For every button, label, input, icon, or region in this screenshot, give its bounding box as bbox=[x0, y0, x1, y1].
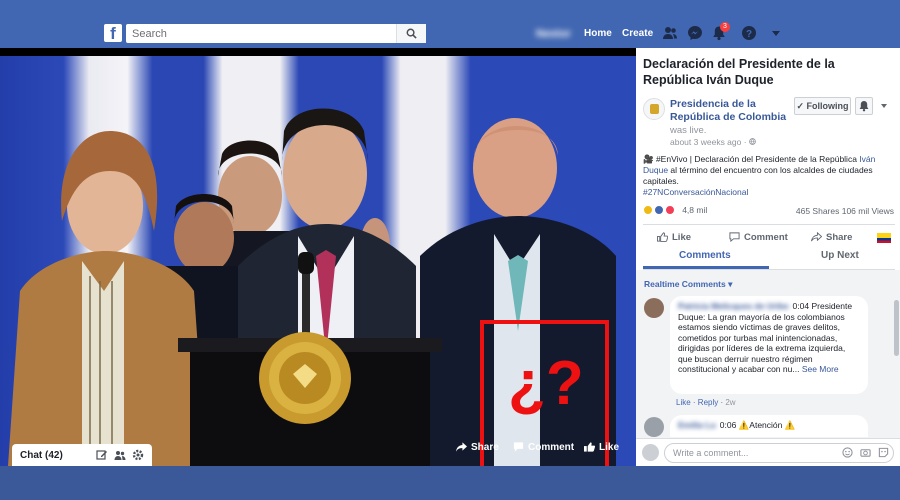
comment-video-time[interactable]: 0:06 bbox=[720, 420, 737, 430]
video-share-label: Share bbox=[471, 442, 499, 453]
nav-home-link[interactable]: Home bbox=[584, 28, 612, 39]
angry-reaction-icon bbox=[643, 205, 653, 216]
facebook-logo[interactable]: f bbox=[104, 24, 122, 42]
post-title: Declaración del Presidente de la Repúbli… bbox=[643, 57, 835, 87]
comment-button[interactable]: Comment bbox=[729, 232, 788, 243]
comment-text: ⚠️Atención ⚠️ bbox=[738, 420, 796, 430]
sticker-icon[interactable] bbox=[878, 447, 889, 458]
share-arrow-icon bbox=[456, 442, 467, 452]
comments-scrollbar[interactable] bbox=[894, 300, 899, 356]
emoji-icon[interactable] bbox=[842, 447, 853, 458]
messenger-icon[interactable] bbox=[687, 25, 703, 41]
top-navigation-bar: f Nestor Home Create 3 ? bbox=[0, 0, 900, 48]
page-avatar[interactable] bbox=[643, 98, 665, 120]
comment-sort-dropdown[interactable]: Realtime Comments ▾ bbox=[644, 279, 732, 290]
question-overlay-text: ¿? bbox=[508, 349, 584, 418]
tab-comments[interactable]: Comments bbox=[679, 250, 731, 261]
like-button-label: Like bbox=[672, 232, 692, 243]
group-icon[interactable] bbox=[114, 449, 126, 461]
hashtag-link[interactable]: #27NConversaciónNacional bbox=[643, 187, 748, 197]
post-time-text: about 3 weeks ago · bbox=[670, 137, 749, 147]
reactions-summary[interactable]: 4,8 mil bbox=[643, 204, 707, 218]
chat-tab[interactable]: Chat (42) bbox=[12, 444, 152, 466]
page-name-link[interactable]: Presidencia de la República de Colombia bbox=[670, 98, 790, 124]
write-comment-bar bbox=[636, 438, 900, 466]
dropdown-icon[interactable] bbox=[768, 25, 784, 41]
comment-reply-link[interactable]: Reply bbox=[698, 398, 718, 407]
video-share-button[interactable]: Share bbox=[456, 442, 499, 453]
comment-author-link[interactable]: Emilia Lu bbox=[678, 420, 716, 430]
commenter-avatar[interactable] bbox=[644, 298, 664, 318]
comment-bubble: Emilia Lu 0:06 ⚠️Atención ⚠️ bbox=[670, 415, 868, 437]
settings-gear-icon[interactable] bbox=[132, 449, 144, 461]
search-icon bbox=[406, 28, 417, 39]
following-button[interactable]: ✓ Following bbox=[794, 97, 851, 115]
post-body-text-rest: al término del encuentro con los alcalde… bbox=[643, 165, 873, 186]
comment-video-time[interactable]: 0:04 bbox=[793, 301, 810, 311]
more-options-icon[interactable] bbox=[880, 102, 888, 110]
commenter-avatar[interactable] bbox=[644, 417, 664, 437]
thumbs-up-outline-icon bbox=[657, 232, 669, 243]
comments-tabs: Comments Up Next bbox=[643, 248, 895, 270]
video-comment-label: Comment bbox=[528, 442, 575, 453]
nav-create-link[interactable]: Create bbox=[622, 28, 653, 39]
video-like-label: Like bbox=[599, 442, 620, 453]
notifications-toggle-button[interactable] bbox=[855, 97, 873, 115]
page-background-band bbox=[0, 466, 900, 500]
share-button-label: Share bbox=[826, 232, 853, 243]
post-body-text: 🎥 #EnVivo | Declaración del Presidente d… bbox=[643, 154, 860, 164]
comment-like-link[interactable]: Like bbox=[676, 398, 691, 407]
comments-list: Realtime Comments ▾ Patricia Melicques d… bbox=[636, 270, 900, 438]
svg-text:?: ? bbox=[746, 29, 752, 40]
shares-views-count[interactable]: 465 Shares 106 mil Views bbox=[796, 206, 894, 216]
compose-icon[interactable] bbox=[96, 449, 108, 461]
profile-name-link[interactable]: Nestor bbox=[536, 28, 571, 40]
help-icon[interactable]: ? bbox=[741, 25, 757, 41]
notification-badge: 3 bbox=[720, 22, 730, 32]
video-like-button[interactable]: Like bbox=[584, 442, 619, 453]
camera-icon[interactable] bbox=[860, 447, 871, 458]
video-comment-button[interactable]: Comment bbox=[513, 442, 574, 453]
post-side-panel: Declaración del Presidente de la Repúbli… bbox=[636, 48, 900, 466]
current-user-avatar bbox=[642, 444, 659, 461]
thumbs-up-icon bbox=[584, 442, 596, 452]
active-tab-indicator bbox=[643, 266, 769, 269]
comment-button-label: Comment bbox=[744, 232, 788, 243]
comment-age: 2w bbox=[725, 398, 736, 407]
comment-bubble: Patricia Melicques de Uribe 0:04 Presiden… bbox=[670, 296, 868, 394]
bell-icon bbox=[859, 101, 869, 112]
comment-bubble-icon bbox=[513, 442, 524, 452]
love-reaction-icon bbox=[665, 205, 676, 216]
post-body: 🎥 #EnVivo | Declaración del Presidente d… bbox=[643, 154, 895, 198]
share-button[interactable]: Share bbox=[811, 232, 852, 243]
friends-icon[interactable] bbox=[662, 25, 678, 41]
like-button[interactable]: Like bbox=[657, 232, 691, 243]
colombia-flag-icon[interactable] bbox=[877, 233, 891, 243]
comment-author-link[interactable]: Patricia Melicques de Uribe bbox=[678, 301, 789, 311]
post-timestamp[interactable]: about 3 weeks ago · bbox=[670, 137, 756, 147]
post-action-row: Like Comment Share bbox=[643, 224, 895, 248]
tab-up-next[interactable]: Up Next bbox=[821, 250, 859, 261]
share-outline-icon bbox=[811, 232, 823, 242]
comment-actions: Like · Reply · 2w bbox=[676, 398, 736, 407]
reaction-count: 4,8 mil bbox=[682, 205, 708, 216]
video-player[interactable]: ¿? bbox=[0, 48, 636, 466]
globe-icon bbox=[749, 138, 756, 145]
comment-outline-icon bbox=[729, 232, 740, 243]
search-button[interactable] bbox=[396, 24, 426, 43]
see-more-link[interactable]: See More bbox=[802, 364, 839, 374]
search-input[interactable] bbox=[126, 24, 396, 43]
search-box bbox=[126, 24, 426, 43]
chat-label: Chat (42) bbox=[20, 450, 63, 461]
like-reaction-icon bbox=[654, 205, 665, 216]
was-live-text: was live. bbox=[670, 125, 707, 136]
